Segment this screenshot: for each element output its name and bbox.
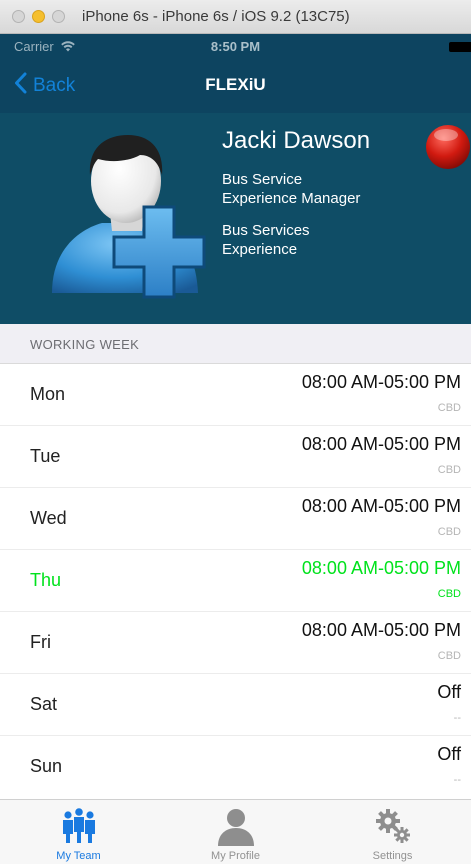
gears-icon (373, 806, 413, 846)
hours-value: Off (437, 682, 461, 702)
schedule-row-wed[interactable]: Wed 08:00 AM-05:00 PM CBD (0, 488, 471, 550)
minimize-window-button[interactable] (32, 10, 45, 23)
hours-value: Off (437, 744, 461, 764)
tab-my-team[interactable]: My Team (0, 800, 157, 864)
profile-department-line1: Bus Services (222, 222, 310, 239)
schedule-row-tue[interactable]: Tue 08:00 AM-05:00 PM CBD (0, 426, 471, 488)
status-bar: Carrier 8:50 PM (0, 34, 471, 60)
profile-role-line1: Bus Service (222, 171, 303, 188)
tab-settings[interactable]: Settings (314, 800, 471, 864)
status-time: 8:50 PM (210, 39, 261, 54)
section-title: WORKING WEEK (30, 337, 140, 352)
day-label: Sun (30, 756, 63, 776)
window-titlebar: iPhone 6s - iPhone 6s / iOS 9.2 (13C75) (0, 0, 471, 34)
day-label: Wed (30, 508, 67, 528)
section-header: WORKING WEEK (0, 324, 471, 364)
tab-label: My Team (56, 850, 101, 862)
schedule-list: Mon 08:00 AM-05:00 PM CBD Tue 08:00 AM-0… (0, 364, 471, 798)
schedule-row-sat[interactable]: Sat Off -- (0, 674, 471, 736)
location-value: CBD (437, 588, 461, 600)
day-label: Thu (30, 570, 62, 590)
close-window-button[interactable] (12, 10, 25, 23)
navigation-bar: Back FLEXiU (0, 60, 471, 113)
schedule-row-sun[interactable]: Sun Off -- (0, 736, 471, 798)
schedule-row-fri[interactable]: Fri 08:00 AM-05:00 PM CBD (0, 612, 471, 674)
tab-label: Settings (372, 850, 413, 862)
tab-label: My Profile (211, 850, 260, 862)
schedule-row-mon[interactable]: Mon 08:00 AM-05:00 PM CBD (0, 364, 471, 426)
profile-icon (216, 806, 256, 846)
profile-name: Jacki Dawson (222, 127, 371, 154)
profile-role-line2: Experience Manager (222, 190, 361, 207)
day-label: Fri (30, 632, 51, 652)
add-user-avatar-icon (40, 121, 220, 301)
profile-department-line2: Experience (222, 241, 298, 258)
battery-icon (449, 42, 471, 52)
hours-value: 08:00 AM-05:00 PM (301, 434, 461, 454)
tab-bar: My Team My Profile Settings (0, 799, 471, 864)
day-label: Tue (30, 446, 61, 466)
zoom-window-button[interactable] (52, 10, 65, 23)
tab-my-profile[interactable]: My Profile (157, 800, 314, 864)
location-value: CBD (437, 650, 461, 662)
simulator-window: iPhone 6s - iPhone 6s / iOS 9.2 (13C75) … (0, 0, 471, 864)
profile-header: Jacki Dawson Bus Service Experience Mana… (0, 113, 471, 324)
status-indicator-icon (424, 123, 471, 171)
hours-value: 08:00 AM-05:00 PM (301, 496, 461, 516)
nav-title: FLEXiU (205, 75, 266, 94)
location-value: -- (453, 712, 461, 724)
location-value: CBD (437, 526, 461, 538)
location-value: CBD (437, 464, 461, 476)
day-label: Mon (30, 384, 66, 404)
schedule-row-thu[interactable]: Thu 08:00 AM-05:00 PM CBD (0, 550, 471, 612)
ios-top-bar: Carrier 8:50 PM Back FLEXiU (0, 34, 471, 113)
location-value: -- (453, 774, 461, 786)
hours-value: 08:00 AM-05:00 PM (301, 372, 461, 392)
day-label: Sat (30, 694, 58, 714)
hours-value: 08:00 AM-05:00 PM (301, 558, 461, 578)
location-value: CBD (437, 402, 461, 414)
hours-value: 08:00 AM-05:00 PM (301, 620, 461, 640)
window-title: iPhone 6s - iPhone 6s / iOS 9.2 (13C75) (82, 8, 350, 25)
team-icon (59, 806, 99, 846)
